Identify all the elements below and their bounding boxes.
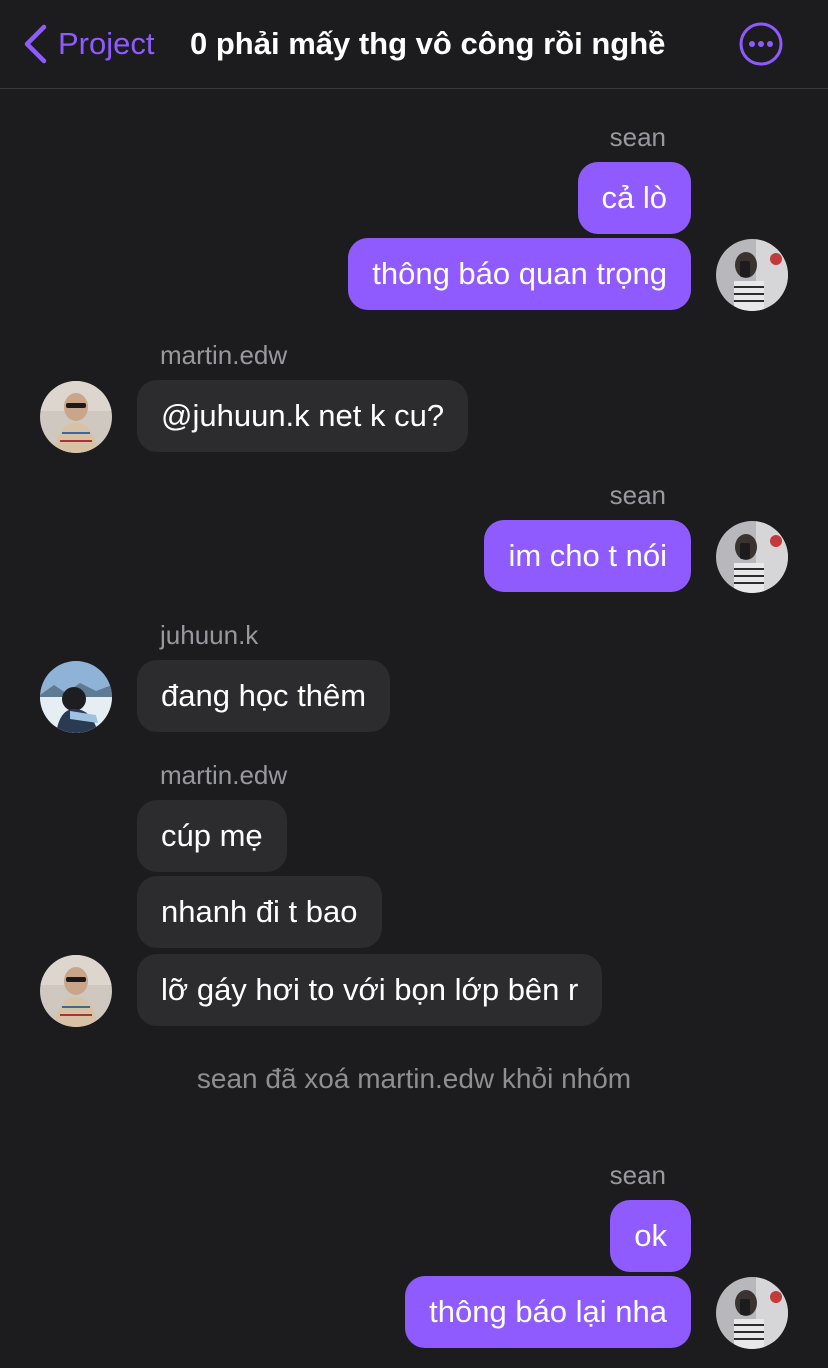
message-bubble-outgoing[interactable]: ok xyxy=(610,1200,691,1272)
message-bubble-incoming[interactable]: lỡ gáy hơi to với bọn lớp bên r xyxy=(137,954,603,1026)
more-options-button[interactable] xyxy=(739,22,783,66)
message-bubble-outgoing[interactable]: thông báo lại nha xyxy=(405,1276,691,1348)
sender-name: juhuun.k xyxy=(160,620,259,650)
sender-name: sean xyxy=(609,1160,666,1190)
chevron-left-icon xyxy=(22,24,48,64)
chat-title[interactable]: 0 phải mấy thg vô công rồi nghề xyxy=(190,22,665,66)
message-bubble-incoming[interactable]: @juhuun.k net k cu? xyxy=(137,380,469,452)
avatar-sean[interactable] xyxy=(716,521,788,593)
sender-name: martin.edw xyxy=(160,340,288,370)
avatar-juhuun[interactable] xyxy=(40,661,112,733)
system-message: sean đã xoá martin.edw khỏi nhóm xyxy=(196,1063,632,1094)
chat-header: Project 0 phải mấy thg vô công rồi nghề xyxy=(0,0,828,89)
chat-screen: Project 0 phải mấy thg vô công rồi nghề … xyxy=(0,0,828,1368)
message-bubble-incoming[interactable]: nhanh đi t bao xyxy=(137,876,382,948)
back-label: Project xyxy=(58,26,155,61)
message-bubble-outgoing[interactable]: thông báo quan trọng xyxy=(348,238,691,310)
avatar-martin[interactable] xyxy=(40,381,112,453)
sender-name: sean xyxy=(609,122,666,152)
message-bubble-incoming[interactable]: cúp mẹ xyxy=(137,800,287,872)
avatar-sean[interactable] xyxy=(716,1277,788,1349)
back-button[interactable]: Project xyxy=(22,22,154,66)
sender-name: sean xyxy=(609,480,666,510)
message-bubble-incoming[interactable]: đang học thêm xyxy=(137,660,391,732)
ellipsis-circle-icon xyxy=(739,22,783,70)
message-bubble-outgoing[interactable]: cả lò xyxy=(577,162,691,234)
avatar-sean[interactable] xyxy=(716,239,788,311)
avatar-martin[interactable] xyxy=(40,955,112,1027)
message-bubble-outgoing[interactable]: im cho t nói xyxy=(484,520,691,592)
sender-name: martin.edw xyxy=(160,760,288,790)
